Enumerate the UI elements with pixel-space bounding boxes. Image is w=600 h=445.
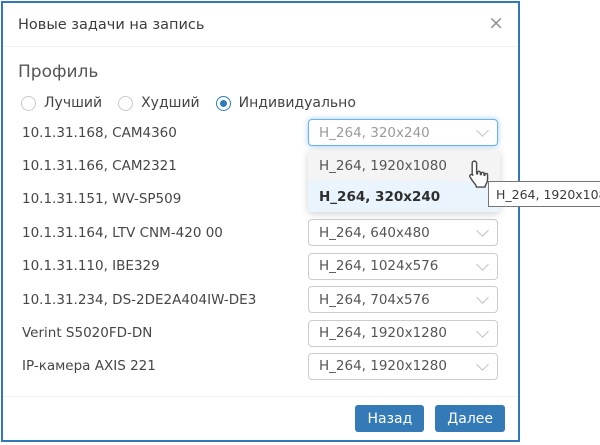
camera-row: IP-камера AXIS 221 H_264, 1920x1280 bbox=[3, 350, 518, 383]
dialog-new-recording-tasks: Новые задачи на запись × Профиль Лучший … bbox=[1, 1, 520, 442]
camera-row: 10.1.31.164, LTV CNM-420 00 H_264, 640x4… bbox=[3, 216, 518, 249]
select-value: H_264, 1024x576 bbox=[319, 258, 438, 274]
profile-select[interactable]: H_264, 320x240 bbox=[308, 119, 498, 146]
dialog-footer: Назад Далее bbox=[3, 396, 518, 440]
tooltip: H_264, 1920x1080 bbox=[488, 181, 600, 207]
select-value: H_264, 1920x1280 bbox=[319, 358, 447, 374]
radio-icon bbox=[21, 96, 36, 111]
select-value: H_264, 1920x1280 bbox=[319, 325, 447, 341]
chevron-down-icon bbox=[476, 124, 489, 137]
back-button[interactable]: Назад bbox=[355, 405, 424, 432]
hand-cursor-icon bbox=[462, 160, 489, 191]
camera-name: 10.1.31.164, LTV CNM-420 00 bbox=[22, 225, 223, 241]
select-value: H_264, 320x240 bbox=[319, 125, 430, 141]
profile-radio-option[interactable]: Худший bbox=[118, 95, 200, 111]
camera-name: IP-камера AXIS 221 bbox=[22, 358, 156, 374]
profile-radio-option[interactable]: Лучший bbox=[21, 95, 102, 111]
next-button[interactable]: Далее bbox=[435, 405, 505, 432]
profile-select[interactable]: H_264, 1024x576 bbox=[308, 253, 498, 280]
close-icon[interactable]: × bbox=[488, 14, 504, 33]
dropdown-option-label: H_264, 1920x1080 bbox=[319, 158, 447, 174]
select-value: H_264, 640x480 bbox=[319, 225, 430, 241]
profile-heading: Профиль bbox=[18, 62, 518, 82]
radio-icon bbox=[216, 96, 231, 111]
dialog-title: Новые задачи на запись bbox=[18, 17, 204, 33]
radio-label: Худший bbox=[141, 95, 200, 111]
radio-icon bbox=[118, 96, 133, 111]
profile-radio-group: Лучший Худший Индивидуально bbox=[21, 95, 518, 111]
select-value: H_264, 704x576 bbox=[319, 292, 430, 308]
chevron-down-icon bbox=[476, 224, 489, 237]
camera-name: 10.1.31.234, DS-2DE2A404IW-DE3 bbox=[22, 292, 256, 308]
camera-row: 10.1.31.168, CAM4360 H_264, 320x240 bbox=[3, 116, 518, 149]
camera-name: 10.1.31.151, WV-SP509 bbox=[22, 191, 181, 207]
camera-name: 10.1.31.166, CAM2321 bbox=[22, 158, 177, 174]
camera-name: 10.1.31.168, CAM4360 bbox=[22, 125, 177, 141]
dialog-header: Новые задачи на запись × bbox=[3, 3, 518, 47]
radio-label: Лучший bbox=[44, 95, 102, 111]
camera-name: 10.1.31.110, IBE329 bbox=[22, 258, 160, 274]
profile-select[interactable]: H_264, 640x480 bbox=[308, 219, 498, 246]
chevron-down-icon bbox=[476, 325, 489, 338]
camera-row: 10.1.31.234, DS-2DE2A404IW-DE3 H_264, 70… bbox=[3, 283, 518, 316]
camera-row: Verint S5020FD-DN H_264, 1920x1280 bbox=[3, 316, 518, 349]
camera-name: Verint S5020FD-DN bbox=[22, 325, 152, 341]
camera-row: 10.1.31.110, IBE329 H_264, 1024x576 bbox=[3, 250, 518, 283]
profile-select[interactable]: H_264, 1920x1280 bbox=[308, 353, 498, 380]
radio-label: Индивидуально bbox=[239, 95, 356, 111]
profile-select[interactable]: H_264, 704x576 bbox=[308, 286, 498, 313]
chevron-down-icon bbox=[476, 291, 489, 304]
profile-radio-option[interactable]: Индивидуально bbox=[216, 95, 356, 111]
profile-select[interactable]: H_264, 1920x1280 bbox=[308, 320, 498, 347]
chevron-down-icon bbox=[476, 258, 489, 271]
chevron-down-icon bbox=[476, 358, 489, 371]
dropdown-option-label: H_264, 320x240 bbox=[319, 189, 440, 205]
page-background: Новые задачи на запись × Профиль Лучший … bbox=[0, 0, 600, 445]
